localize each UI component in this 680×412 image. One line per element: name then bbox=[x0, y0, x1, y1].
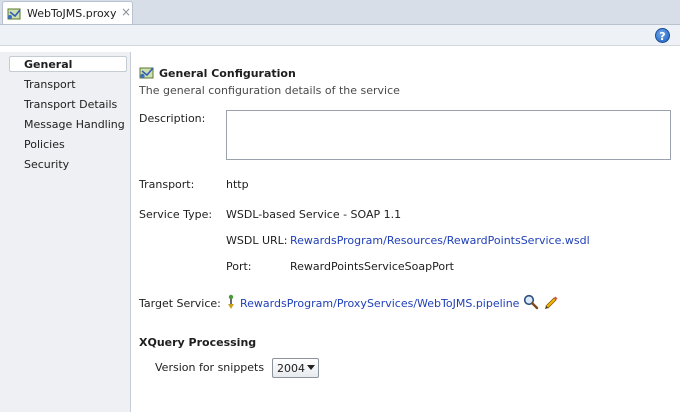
description-label: Description: bbox=[139, 112, 206, 125]
xquery-section-title: XQuery Processing bbox=[139, 336, 257, 349]
document-tab-title: WebToJMS.proxy bbox=[27, 7, 117, 20]
sidebar-item-security[interactable]: Security bbox=[24, 158, 69, 171]
help-icon[interactable]: ? bbox=[655, 28, 670, 43]
transport-value: http bbox=[226, 178, 249, 191]
service-type-value: WSDL-based Service - SOAP 1.1 bbox=[226, 208, 402, 221]
version-select[interactable]: 2004 bbox=[272, 358, 319, 378]
port-value: RewardPointsServiceSoapPort bbox=[290, 260, 454, 273]
description-field[interactable] bbox=[226, 110, 671, 160]
editor-toolbar bbox=[0, 25, 680, 46]
edit-icon[interactable] bbox=[543, 294, 559, 313]
wsdl-url-link[interactable]: RewardsProgram/Resources/RewardPointsSer… bbox=[290, 234, 590, 247]
page-title: General Configuration bbox=[159, 67, 296, 80]
version-snippets-label: Version for snippets bbox=[155, 361, 265, 374]
close-icon[interactable]: × bbox=[121, 5, 131, 19]
sidebar-item-transport-details[interactable]: Transport Details bbox=[24, 98, 117, 111]
proxy-file-icon bbox=[7, 7, 23, 24]
target-service-label: Target Service: bbox=[139, 297, 221, 310]
page-subtitle: The general configuration details of the… bbox=[139, 84, 400, 97]
target-service-icon bbox=[227, 294, 235, 313]
wsdl-url-label: WSDL URL: bbox=[226, 234, 288, 247]
sidebar-item-general[interactable]: General bbox=[24, 58, 72, 71]
port-label: Port: bbox=[226, 260, 252, 273]
service-type-label: Service Type: bbox=[139, 208, 213, 221]
sidebar-item-transport[interactable]: Transport bbox=[24, 78, 76, 91]
general-config-icon bbox=[139, 65, 156, 83]
search-icon[interactable] bbox=[523, 294, 539, 313]
version-select-value: 2004 bbox=[277, 362, 305, 375]
dropdown-arrow-icon bbox=[307, 365, 315, 370]
transport-label: Transport: bbox=[139, 178, 195, 191]
document-tab[interactable]: WebToJMS.proxy × bbox=[2, 1, 133, 24]
sidebar-item-policies[interactable]: Policies bbox=[24, 138, 65, 151]
target-service-link[interactable]: RewardsProgram/ProxyServices/WebToJMS.pi… bbox=[240, 297, 519, 310]
sidebar-item-message-handling[interactable]: Message Handling bbox=[24, 118, 125, 131]
